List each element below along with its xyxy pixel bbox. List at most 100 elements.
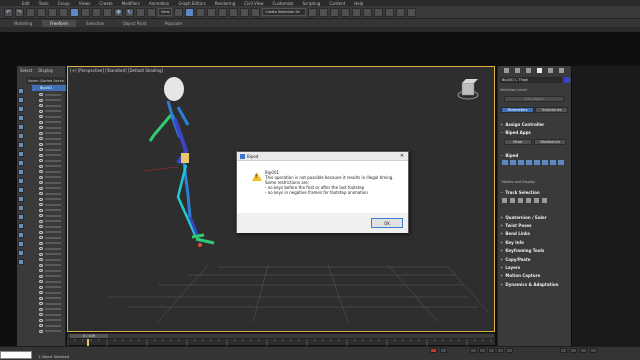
hierarchy-tab-icon[interactable] bbox=[526, 67, 531, 73]
visibility-eye-icon[interactable] bbox=[39, 153, 43, 157]
opposite-icon[interactable] bbox=[542, 198, 547, 203]
footstep-mode-icon[interactable] bbox=[510, 160, 516, 165]
menu-modifiers[interactable]: Modifiers bbox=[122, 1, 140, 6]
visibility-eye-icon[interactable] bbox=[39, 197, 43, 201]
go-to-end-icon[interactable] bbox=[506, 348, 513, 353]
scene-tree-row[interactable] bbox=[39, 307, 67, 312]
menu-civil-view[interactable]: Civil View bbox=[244, 1, 263, 6]
visibility-eye-icon[interactable] bbox=[39, 104, 43, 107]
menu-content[interactable]: Content bbox=[329, 1, 345, 6]
visibility-eye-icon[interactable] bbox=[39, 120, 43, 124]
visibility-eye-icon[interactable] bbox=[39, 208, 43, 212]
visibility-eye-icon[interactable] bbox=[39, 159, 43, 162]
selection-filter-icon[interactable] bbox=[59, 7, 68, 17]
scene-tree-row[interactable] bbox=[39, 169, 67, 174]
link-icon[interactable] bbox=[26, 7, 35, 17]
menu-help[interactable]: Help bbox=[354, 1, 363, 6]
ok-button[interactable]: OK bbox=[371, 218, 403, 228]
next-frame-icon[interactable] bbox=[497, 348, 504, 353]
visibility-eye-icon[interactable] bbox=[39, 247, 43, 250]
scene-tree-row[interactable] bbox=[39, 296, 67, 301]
menu-scripting[interactable]: Scripting bbox=[303, 1, 321, 6]
menu-edit[interactable]: Edit bbox=[22, 1, 30, 6]
biped-character[interactable] bbox=[148, 77, 215, 247]
filter-search-icon[interactable] bbox=[18, 232, 24, 238]
visibility-eye-icon[interactable] bbox=[39, 225, 43, 228]
name-column-header[interactable]: Name (Sorted Ascen bbox=[26, 77, 66, 84]
filter-frozen-icon[interactable] bbox=[18, 178, 24, 184]
tab-display[interactable]: Display bbox=[38, 68, 53, 73]
visibility-eye-icon[interactable] bbox=[39, 181, 43, 184]
object-name-field[interactable]: Bip001 L Thigh bbox=[500, 77, 562, 83]
motion-rollout[interactable]: + Bend Links bbox=[500, 231, 570, 237]
body-vertical-icon[interactable] bbox=[510, 198, 515, 203]
visibility-eye-icon[interactable] bbox=[39, 203, 43, 206]
visibility-eye-icon[interactable] bbox=[39, 329, 43, 333]
modify-tab-icon[interactable] bbox=[515, 67, 520, 73]
menu-customize[interactable]: Customize bbox=[273, 1, 294, 6]
visibility-eye-icon[interactable] bbox=[39, 258, 43, 261]
visibility-eye-icon[interactable] bbox=[39, 252, 43, 256]
previous-frame-icon[interactable] bbox=[479, 348, 486, 353]
menu-tools[interactable]: Tools bbox=[39, 1, 49, 6]
filter-xrefs-icon[interactable] bbox=[18, 151, 24, 157]
invert-display-icon[interactable] bbox=[18, 214, 24, 220]
symmetrical-icon[interactable] bbox=[534, 198, 539, 203]
scene-tree-row[interactable] bbox=[39, 153, 67, 158]
mixer-button[interactable]: Mixer bbox=[504, 139, 532, 145]
visibility-eye-icon[interactable] bbox=[39, 164, 43, 168]
modes-display-label[interactable]: Modes and Display bbox=[502, 180, 535, 184]
key-marker[interactable] bbox=[87, 339, 89, 346]
move-icon[interactable]: ✥ bbox=[114, 7, 123, 17]
visibility-eye-icon[interactable] bbox=[39, 142, 43, 146]
scene-tree-row[interactable] bbox=[39, 213, 67, 218]
set-key-button[interactable] bbox=[440, 348, 447, 353]
scene-tree-row[interactable] bbox=[39, 279, 67, 284]
select-object-icon[interactable] bbox=[70, 7, 79, 17]
layer-explorer-icon[interactable] bbox=[330, 7, 340, 17]
create-tab-icon[interactable] bbox=[504, 67, 509, 73]
render-production-icon[interactable] bbox=[407, 7, 417, 17]
load-file-icon[interactable] bbox=[542, 160, 548, 165]
utilities-tab-icon[interactable] bbox=[559, 67, 564, 73]
rotate-icon[interactable]: ↻ bbox=[125, 7, 134, 17]
object-color-swatch[interactable] bbox=[564, 77, 570, 83]
scene-tree-row[interactable] bbox=[39, 246, 67, 251]
mixer-mode-icon[interactable] bbox=[526, 160, 532, 165]
visibility-eye-icon[interactable] bbox=[39, 324, 43, 327]
filter-helpers-icon[interactable] bbox=[18, 124, 24, 130]
percent-snap-icon[interactable] bbox=[229, 7, 239, 17]
scene-tree-row[interactable] bbox=[39, 125, 67, 130]
tab-populate[interactable]: Populate bbox=[157, 20, 190, 27]
scene-tree-row[interactable] bbox=[39, 318, 67, 323]
scene-tree-row[interactable] bbox=[39, 224, 67, 229]
menu-graph-editors[interactable]: Graph Editors bbox=[178, 1, 205, 6]
reference-coordinate-dropdown[interactable]: View bbox=[158, 8, 173, 16]
align-icon[interactable] bbox=[319, 7, 329, 17]
scene-tree-row[interactable] bbox=[39, 208, 67, 213]
scene-tree-row[interactable] bbox=[39, 158, 67, 163]
redo-icon[interactable]: ↷ bbox=[15, 7, 24, 17]
visibility-eye-icon[interactable] bbox=[39, 214, 43, 217]
scene-tree-row[interactable] bbox=[39, 290, 67, 295]
display-tab-icon[interactable] bbox=[548, 67, 553, 73]
display-none-icon[interactable] bbox=[18, 205, 24, 211]
toggle-ribbon-icon[interactable] bbox=[341, 7, 351, 17]
biped-apps-rollout[interactable]: − Biped Apps bbox=[500, 129, 570, 135]
pivot-center-icon[interactable] bbox=[174, 7, 184, 17]
tab-object-paint[interactable]: Object Paint bbox=[114, 20, 154, 27]
render-setup-icon[interactable] bbox=[385, 7, 395, 17]
scene-tree-row[interactable] bbox=[39, 142, 67, 147]
menu-rendering[interactable]: Rendering bbox=[215, 1, 235, 6]
visibility-eye-icon[interactable] bbox=[39, 219, 43, 223]
schematic-view-icon[interactable] bbox=[363, 7, 373, 17]
tab-freeform[interactable]: Freeform bbox=[42, 20, 77, 27]
motion-rollout[interactable]: + Layers bbox=[500, 264, 570, 270]
visibility-eye-icon[interactable] bbox=[39, 170, 43, 173]
filter-dependents-icon[interactable] bbox=[18, 250, 24, 256]
visibility-eye-icon[interactable] bbox=[39, 307, 43, 311]
visibility-eye-icon[interactable] bbox=[39, 192, 43, 195]
body-horizontal-icon[interactable] bbox=[502, 198, 507, 203]
trajectories-tab[interactable]: Trajectories bbox=[535, 107, 568, 113]
filter-bones-icon[interactable] bbox=[18, 160, 24, 166]
